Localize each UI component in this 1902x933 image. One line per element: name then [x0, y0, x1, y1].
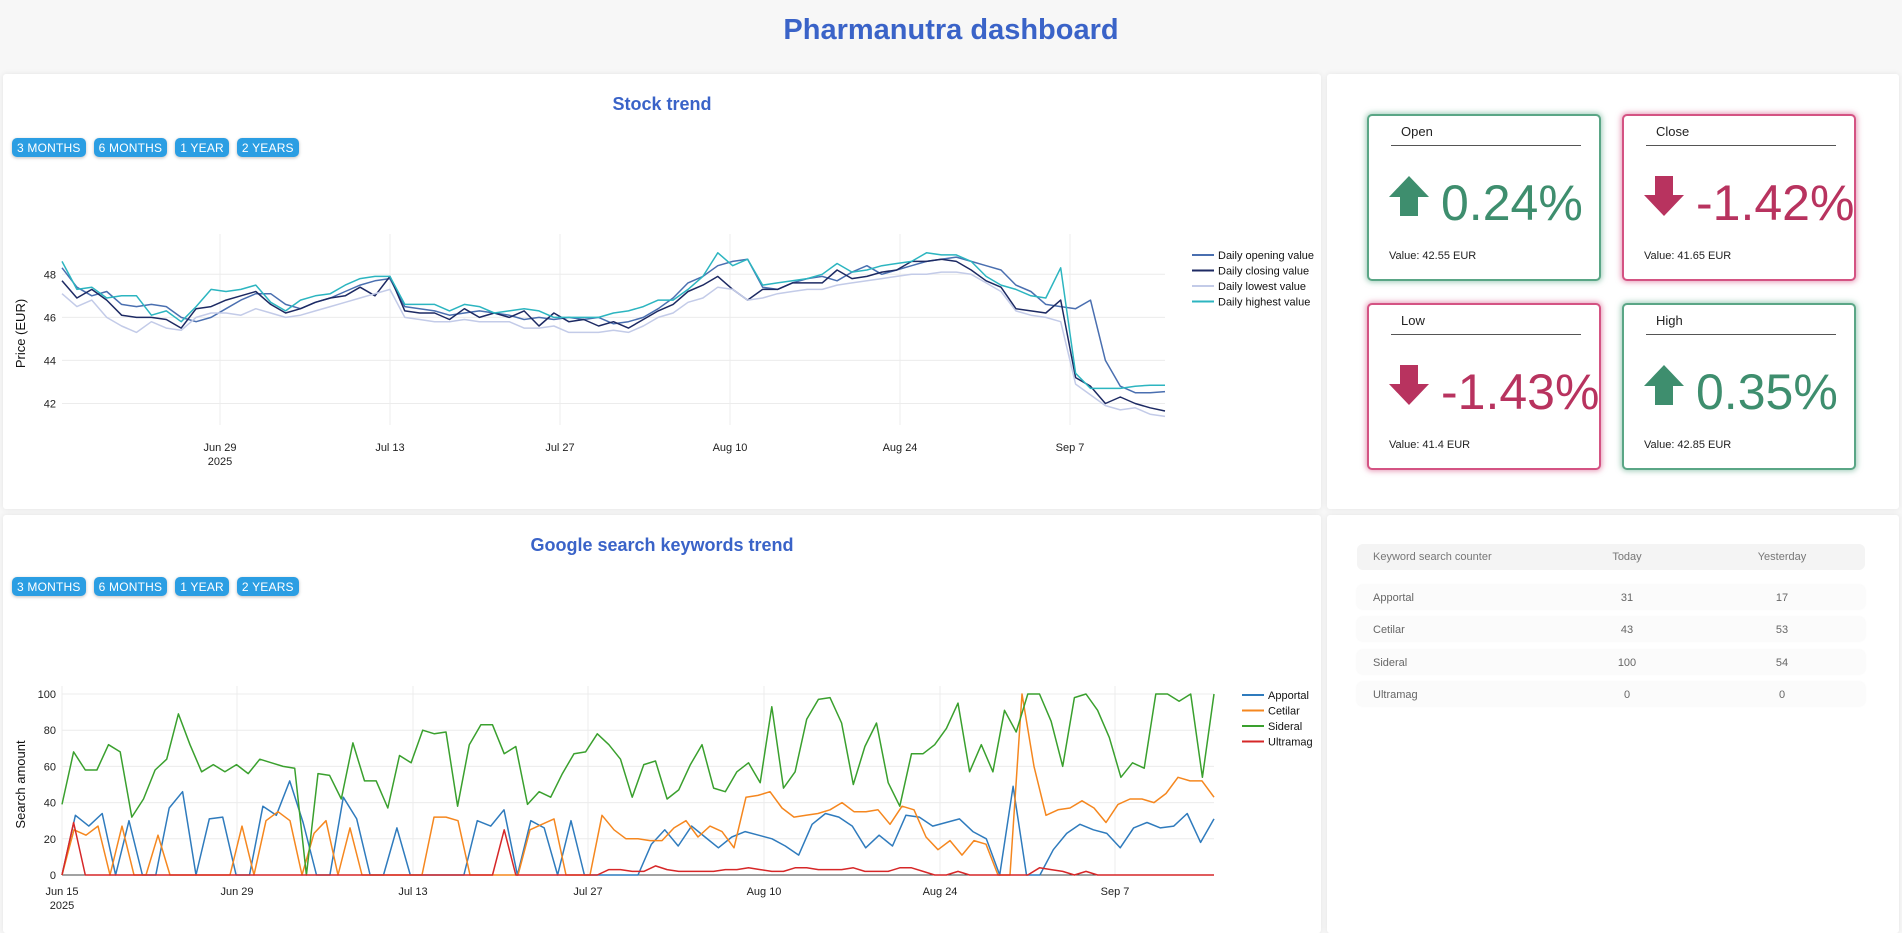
x-tick-label: Jun 29	[220, 886, 253, 898]
keyword-counter-panel	[1327, 515, 1899, 933]
x-tick-label: Sep 7	[1056, 442, 1085, 454]
keyword-name: Cetilar	[1373, 624, 1405, 636]
stock-range-buttons: 3 MONTHS 6 MONTHS 1 YEAR 2 YEARS	[12, 138, 299, 157]
x-tick-label: Jul 13	[398, 886, 427, 898]
keyword-table-header: Keyword search counter Today Yesterday	[1357, 544, 1865, 570]
count-today: 100	[1617, 657, 1637, 669]
header-yesterday: Yesterday	[1757, 551, 1807, 563]
y-axis-label: Search amount	[13, 740, 28, 829]
x-tick-label: Jul 27	[545, 442, 574, 454]
arrow-up-icon	[1389, 176, 1429, 216]
series-line	[61, 258, 1166, 412]
x-tick-label: Sep 7	[1101, 886, 1130, 898]
count-today: 31	[1620, 592, 1634, 604]
kpi-change: -1.42%	[1696, 175, 1855, 231]
x-tick-label: Aug 24	[883, 442, 918, 454]
legend-label: Daily opening value	[1218, 250, 1314, 262]
count-today: 43	[1620, 624, 1634, 636]
keyword-name: Apportal	[1373, 592, 1414, 604]
legend-label: Daily lowest value	[1218, 281, 1306, 293]
legend-label: Daily highest value	[1218, 297, 1310, 309]
y-tick-label: 42	[44, 398, 56, 410]
stock-trend-title: Stock trend	[612, 94, 712, 114]
y-tick-label: 44	[44, 355, 56, 367]
kpi-value-text: Value: 42.85 EUR	[1644, 439, 1732, 451]
y-tick-label: 48	[44, 269, 56, 281]
header-today: Today	[1612, 551, 1642, 563]
kpi-label: Low	[1391, 313, 1581, 335]
x-tick-label: 2025	[208, 456, 232, 468]
legend-label: Daily closing value	[1218, 266, 1309, 278]
arrow-up-icon	[1644, 365, 1684, 405]
kpi-card-close: Close -1.42% Value: 41.65 EUR	[1622, 114, 1856, 281]
page-title: Pharmanutra dashboard	[783, 14, 1119, 46]
kpi-change: 0.35%	[1696, 364, 1838, 420]
kpi-card-open: Open 0.24% Value: 42.55 EUR	[1367, 114, 1601, 281]
kpi-card-low: Low -1.43% Value: 41.4 EUR	[1367, 303, 1601, 470]
kpi-change: 0.24%	[1441, 175, 1583, 231]
y-tick-label: 100	[38, 689, 56, 701]
table-row: Cetilar 43 53	[1357, 617, 1865, 641]
kpi-value-text: Value: 42.55 EUR	[1389, 250, 1477, 262]
kpi-value-text: Value: 41.4 EUR	[1389, 439, 1471, 451]
series-line	[61, 271, 1166, 418]
kpi-label: Open	[1391, 124, 1581, 146]
kpi-value-text: Value: 41.65 EUR	[1644, 250, 1732, 262]
x-tick-label: 2025	[50, 900, 74, 912]
x-tick-label: Jul 13	[375, 442, 404, 454]
y-tick-label: 40	[44, 798, 56, 810]
range-3-months-button[interactable]: 3 MONTHS	[12, 138, 86, 157]
count-yesterday: 17	[1775, 592, 1789, 604]
table-row: Apportal 31 17	[1357, 585, 1865, 609]
x-tick-label: Jun 15	[45, 886, 78, 898]
y-axis-label: Price (EUR)	[13, 299, 28, 368]
table-row: Sideral 100 54	[1357, 650, 1865, 674]
y-tick-label: 60	[44, 761, 56, 773]
arrow-down-icon	[1389, 365, 1429, 405]
legend-label: Cetilar	[1268, 706, 1300, 718]
keyword-name: Ultramag	[1373, 689, 1418, 701]
keyword-trend-chart[interactable]: 0 20 40 60 80 100 Jun 15 2025 Jun 29 Jul 13 Jul 27…	[0, 680, 1320, 920]
keyword-name: Sideral	[1373, 657, 1408, 669]
kpi-change: -1.43%	[1441, 364, 1600, 420]
series-line	[61, 252, 1165, 390]
x-tick-label: Aug 24	[923, 886, 958, 898]
x-tick-label: Aug 10	[747, 886, 782, 898]
table-row: Ultramag 0 0	[1357, 682, 1865, 706]
legend-label: Apportal	[1268, 690, 1309, 702]
arrow-down-icon	[1644, 176, 1684, 216]
legend-label: Sideral	[1268, 721, 1302, 733]
count-yesterday: 0	[1778, 689, 1786, 701]
x-tick-label: Jul 27	[573, 886, 602, 898]
range-6-months-button[interactable]: 6 MONTHS	[93, 138, 168, 157]
series-line	[61, 256, 1166, 394]
header-keyword: Keyword search counter	[1373, 551, 1492, 563]
count-yesterday: 53	[1775, 624, 1789, 636]
kpi-label: Close	[1646, 124, 1836, 146]
legend-label: Ultramag	[1268, 737, 1313, 749]
x-tick-label: Jun 29	[203, 442, 236, 454]
x-tick-label: Aug 10	[713, 442, 748, 454]
series-line	[61, 693, 1215, 876]
count-today: 0	[1623, 689, 1631, 701]
kpi-card-high: High 0.35% Value: 42.85 EUR	[1622, 303, 1856, 470]
stock-trend-chart[interactable]: 42 44 46 48 Jun 29 2025 Jul 13 Jul 27 Aug 10 Aug …	[0, 200, 1320, 620]
count-yesterday: 54	[1775, 657, 1789, 669]
kpi-label: High	[1646, 313, 1836, 335]
y-tick-label: 80	[44, 725, 56, 737]
series-line	[61, 693, 1215, 876]
range-2-years-button[interactable]: 2 YEARS	[236, 138, 299, 157]
y-tick-label: 46	[44, 312, 56, 324]
y-tick-label: 0	[50, 870, 56, 882]
range-1-year-button[interactable]: 1 YEAR	[175, 138, 229, 157]
y-tick-label: 20	[44, 834, 56, 846]
